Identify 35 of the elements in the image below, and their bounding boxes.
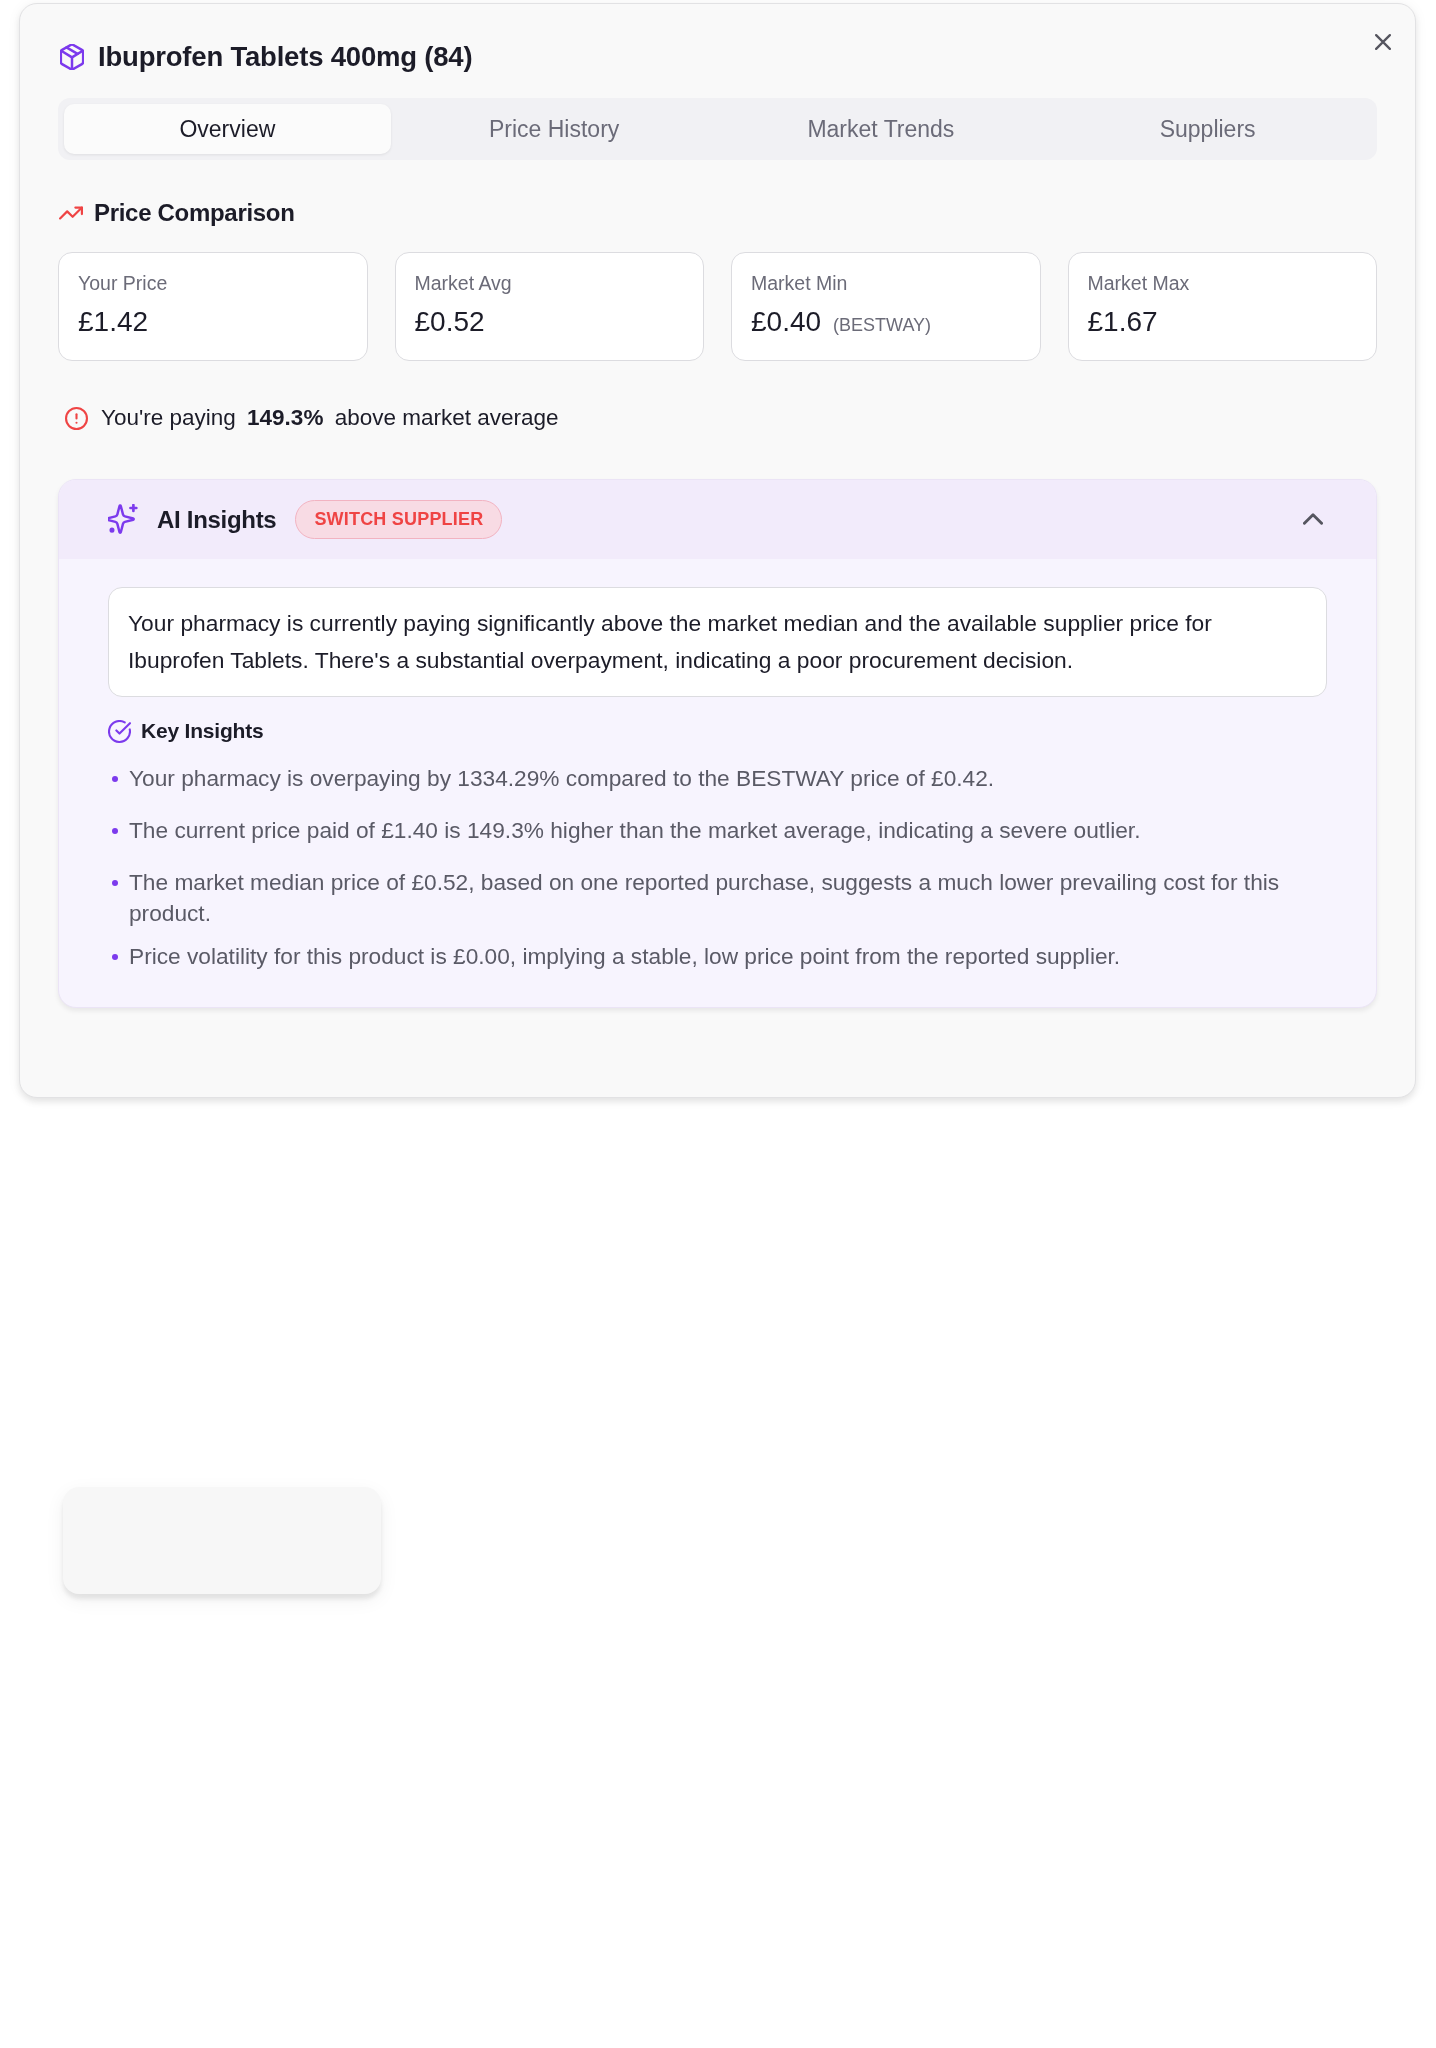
price-label: Market Min xyxy=(751,272,848,294)
tab[interactable]: Suppliers xyxy=(1044,104,1371,154)
subheading: Key Insights xyxy=(141,718,264,745)
bullet-icon xyxy=(112,880,118,886)
bullet-icon xyxy=(112,776,118,782)
close-icon xyxy=(1375,34,1391,50)
tab[interactable]: Market Trends xyxy=(717,104,1045,154)
supplier-note: (BESTWAY) xyxy=(833,314,932,337)
recommendation-badge: SWITCH SUPPLIER xyxy=(295,500,503,539)
insight-text: Your pharmacy is overpaying by 1334.29% compared to the BESTWAY price of £0.42. xyxy=(129,764,995,793)
section-heading: Price Comparison xyxy=(94,198,295,228)
price-label: Market Avg xyxy=(414,272,512,294)
package-icon xyxy=(60,44,84,70)
sparkle-icon xyxy=(108,504,139,535)
price-label: Your Price xyxy=(78,272,168,294)
chevron-up-icon xyxy=(1303,512,1323,525)
insight-text: The market median price of £0.52, based on one reported purchase, suggests a much lower prevailing cost for this product. xyxy=(129,868,1281,928)
price-value: £0.40 xyxy=(751,305,822,339)
insight-text: The current price paid of £1.40 is 149.3% higher than the market average, indicating a severe outlier. xyxy=(129,816,1141,845)
summary-text: Your pharmacy is currently paying significantly above the market median and the available supplier price for Ibuprofen Tablets. There's a substantial overpayment, indicating a poor procurement decision. xyxy=(108,587,1327,697)
bullet-icon xyxy=(112,954,118,960)
insight-text: Price volatility for this product is £0.00, implying a stable, low price point from the reported supplier. xyxy=(129,942,1121,971)
alert-icon xyxy=(65,406,88,430)
price-label: Market Max xyxy=(1087,272,1190,294)
dialog-title: Ibuprofen Tablets 400mg (84) xyxy=(98,40,473,74)
trending-up-icon xyxy=(59,205,83,221)
tab[interactable]: Price History xyxy=(390,104,718,154)
warning-text: You're paying 149.3% above market average xyxy=(101,404,559,432)
check-circle-icon xyxy=(108,719,131,743)
tab[interactable]: Overview xyxy=(64,104,391,154)
bullet-icon xyxy=(112,828,118,834)
panel-title: AI Insights xyxy=(157,504,277,535)
price-value: £0.52 xyxy=(414,305,485,339)
price-value: £1.67 xyxy=(1087,305,1158,339)
price-value: £1.42 xyxy=(78,305,149,339)
